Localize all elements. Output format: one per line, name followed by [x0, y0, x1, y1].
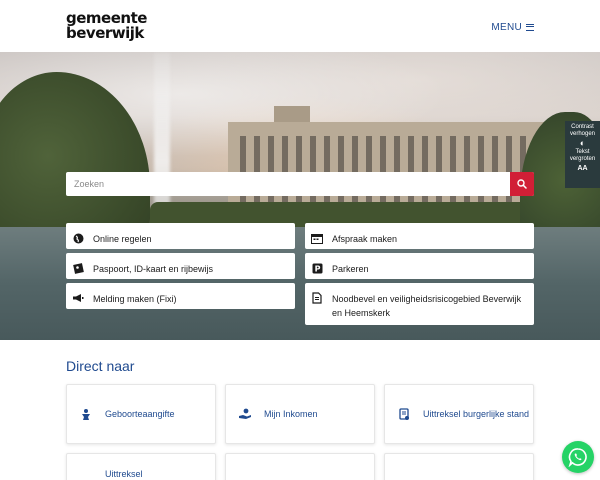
direct-naar-heading: Direct naar [66, 358, 135, 374]
text-size-icon: AA [577, 165, 588, 172]
quick-link-paspoort[interactable]: Paspoort, ID-kaart en rijbewijs [66, 253, 295, 279]
card-label: Geboorteaangifte [105, 409, 175, 419]
hands-money-icon [238, 407, 252, 421]
card-mijn-inkomen[interactable]: Mijn Inkomen [225, 384, 375, 444]
quick-link-afspraak-maken[interactable]: Afspraak maken [305, 223, 534, 249]
megaphone-icon [72, 292, 84, 304]
whatsapp-button[interactable] [562, 441, 594, 473]
accessibility-panel: Contrast verhogen ◐ Tekst vergroten AA [565, 121, 600, 188]
globe-icon [72, 232, 84, 244]
quick-link-label: Afspraak maken [332, 234, 398, 244]
text-size-label: Tekst vergroten [569, 149, 596, 162]
card-label: Mijn Inkomen [264, 409, 318, 419]
parking-icon: P [311, 262, 323, 274]
menu-label: MENU [491, 22, 522, 33]
certificate-icon [397, 407, 411, 421]
quick-link-label: Paspoort, ID-kaart en rijbewijs [93, 264, 214, 274]
search-input[interactable] [66, 172, 506, 196]
contrast-icon: ◐ [579, 138, 586, 148]
hamburger-icon [526, 24, 534, 31]
card-direct-naar-6[interactable] [384, 453, 534, 480]
logo-line-2: beverwijk [66, 24, 144, 42]
text-size-toggle[interactable]: Tekst vergroten AA [565, 149, 600, 174]
contrast-toggle[interactable]: Contrast verhogen ◐ [565, 124, 600, 149]
search-button[interactable] [510, 172, 534, 196]
document-icon [311, 292, 323, 304]
search-bar [66, 172, 534, 196]
quick-link-parkeren[interactable]: P Parkeren [305, 253, 534, 279]
calendar-icon [311, 232, 323, 244]
search-icon [517, 179, 527, 189]
quick-link-melding-maken[interactable]: Melding maken (Fixi) [66, 283, 295, 309]
menu-button[interactable]: MENU [491, 22, 534, 33]
baby-icon [79, 407, 93, 421]
quick-link-noodbevel[interactable]: Noodbevel en veiligheidsrisicogebied Bev… [305, 283, 534, 325]
card-label: Uittreksel burgerlijke stand [423, 409, 530, 419]
id-card-icon [72, 262, 84, 274]
quick-link-label: Online regelen [93, 234, 152, 244]
quick-link-label: Melding maken (Fixi) [93, 294, 177, 304]
svg-text:P: P [314, 264, 320, 273]
card-label: Uittreksel [105, 469, 143, 479]
quick-link-label: Noodbevel en veiligheidsrisicogebied Bev… [332, 294, 522, 318]
contrast-label: Contrast verhogen [569, 124, 596, 137]
card-uittreksel-burgerlijke-stand[interactable]: Uittreksel burgerlijke stand [384, 384, 534, 444]
quick-link-online-regelen[interactable]: Online regelen [66, 223, 295, 249]
whatsapp-icon [568, 448, 587, 467]
card-geboorteaangifte[interactable]: Geboorteaangifte [66, 384, 216, 444]
site-header: gemeente beverwijk MENU [0, 0, 600, 52]
card-direct-naar-5[interactable] [225, 453, 375, 480]
card-uittreksel[interactable]: Uittreksel [66, 453, 216, 480]
gemeente-beverwijk-logo[interactable]: gemeente beverwijk [66, 11, 147, 41]
quick-link-label: Parkeren [332, 264, 369, 274]
